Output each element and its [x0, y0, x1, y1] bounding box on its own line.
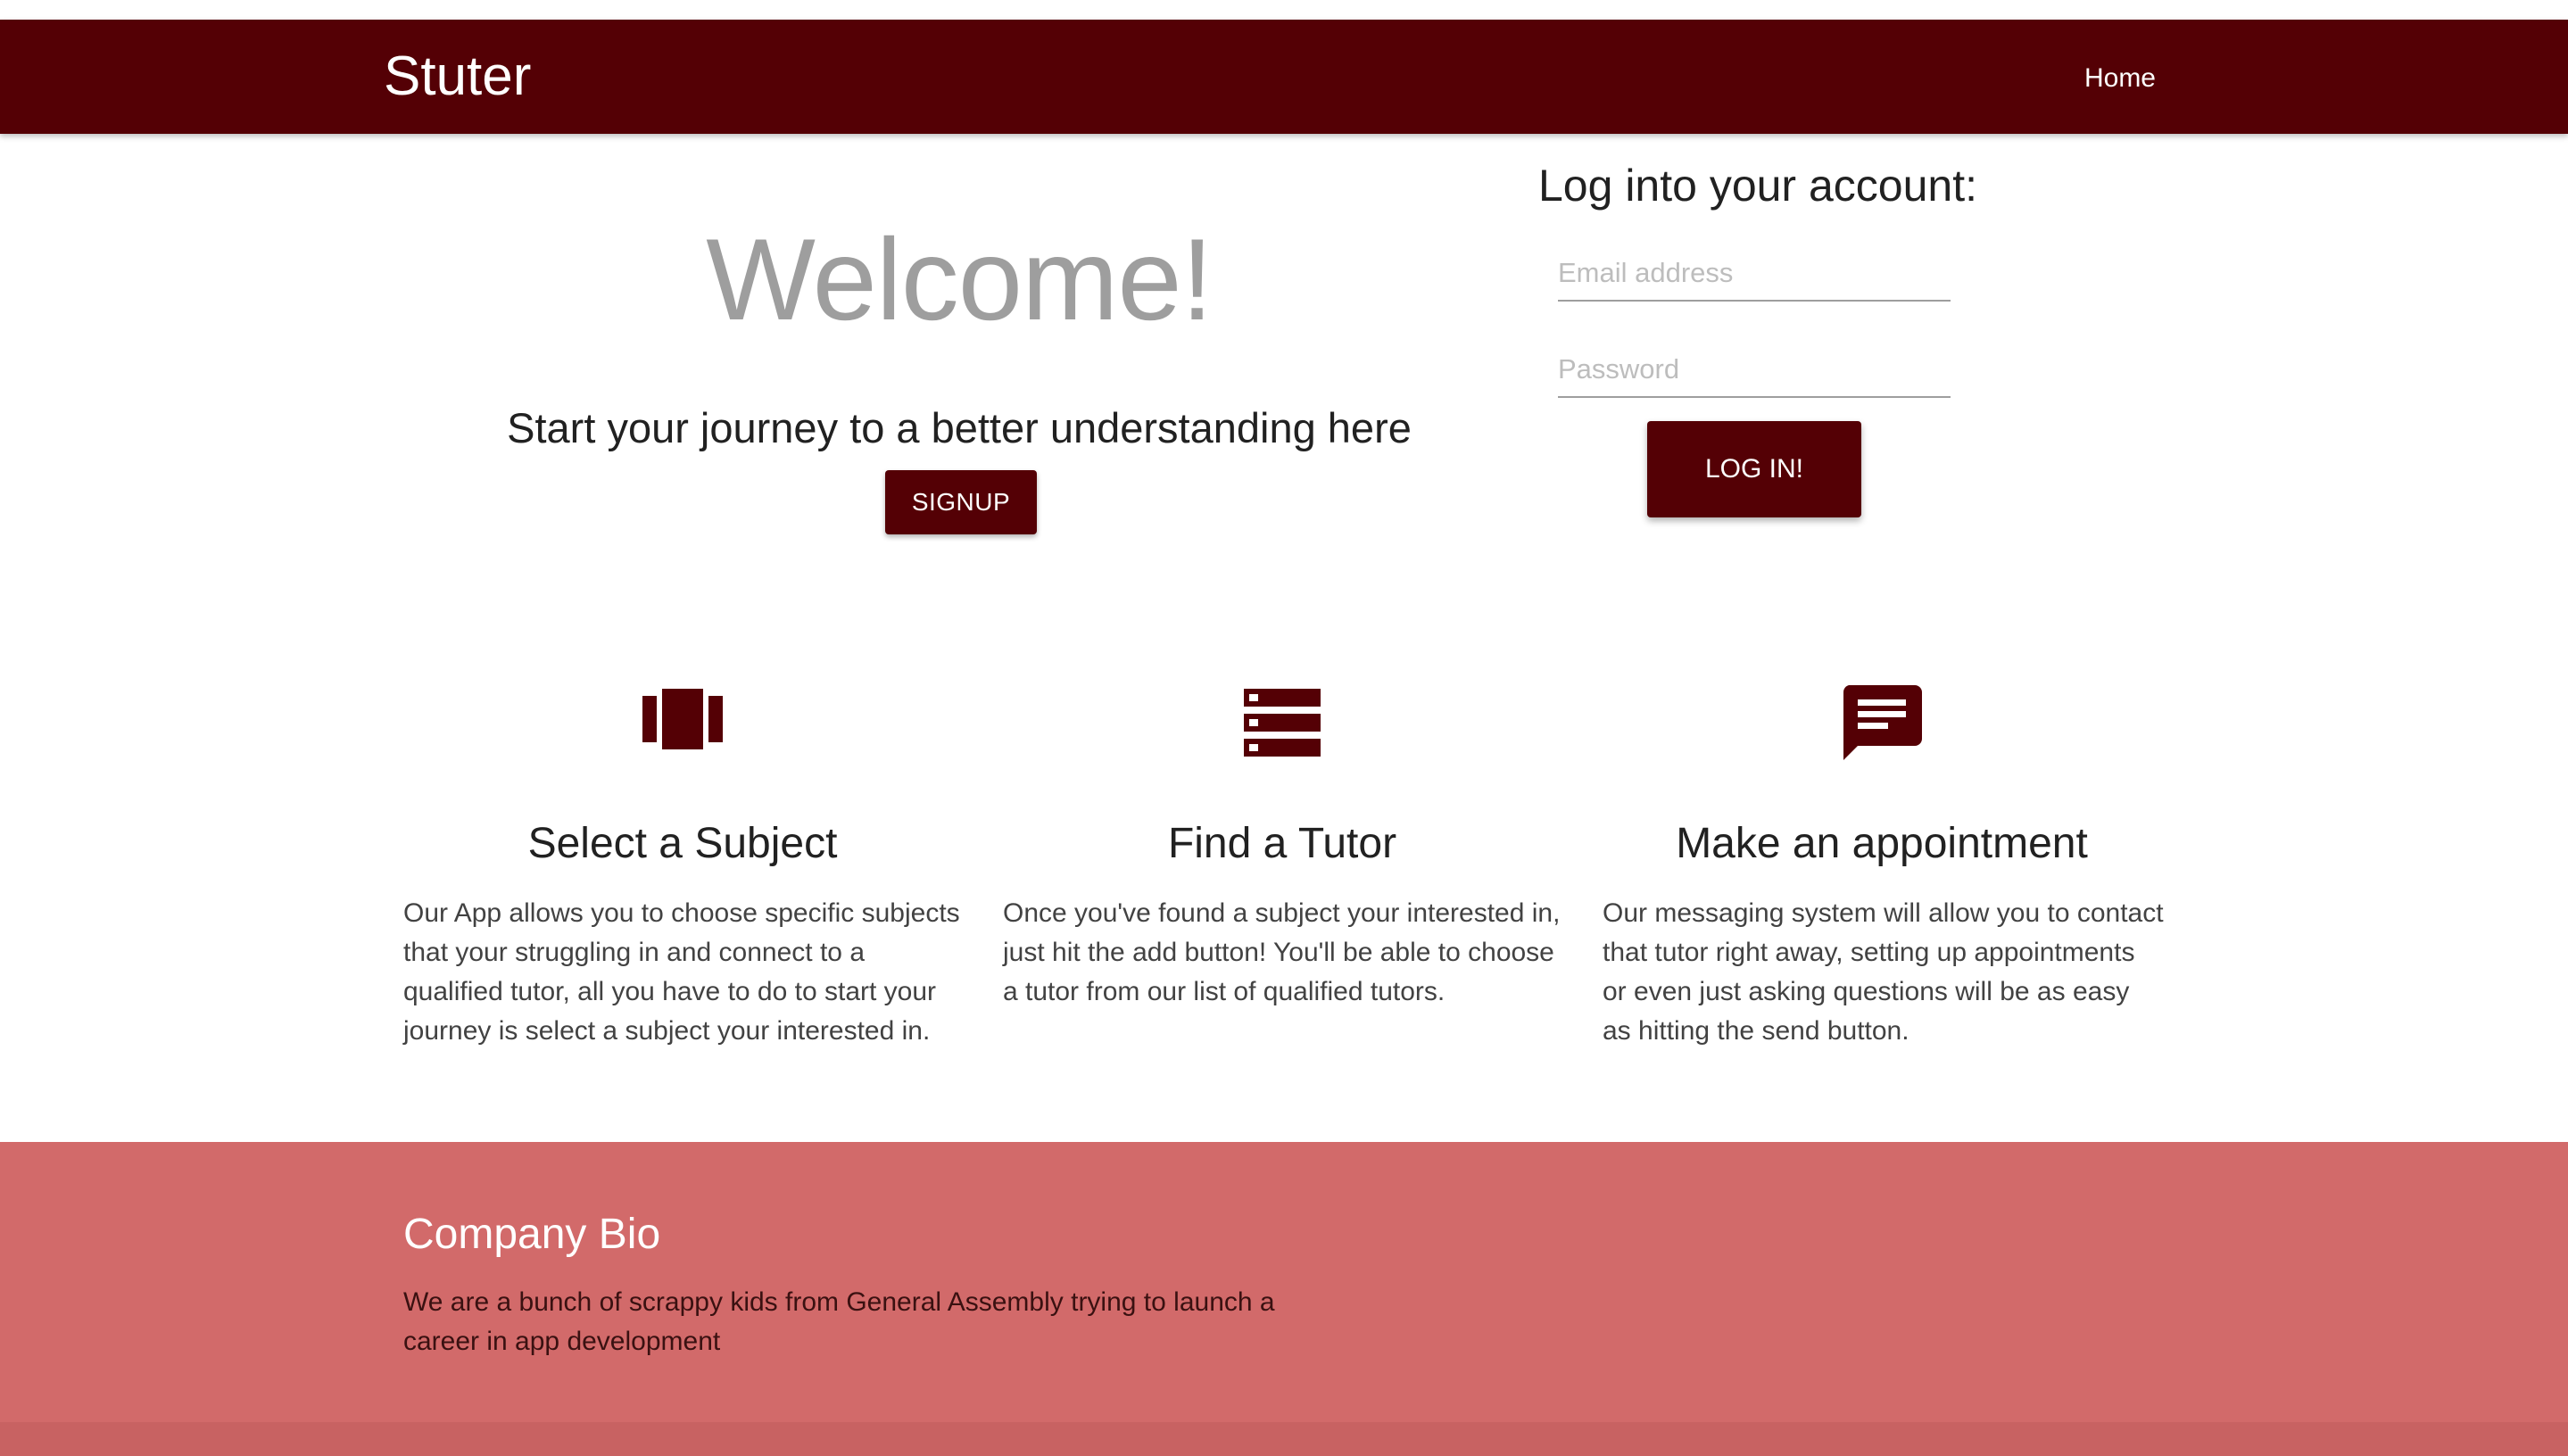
login-title: Log into your account: [1538, 161, 1977, 211]
feature-title: Select a Subject [527, 820, 838, 867]
brand-logo[interactable]: Stuter [384, 45, 531, 109]
list-icon [1244, 689, 1321, 757]
feature-title: Make an appointment [1676, 820, 2088, 867]
footer: Company Bio We are a bunch of scrappy ki… [0, 1142, 2568, 1456]
feature-description: Once you've found a subject your interes… [1003, 898, 1561, 1006]
feature-find-tutor: Find a Tutor Once you've found a subject… [983, 660, 1581, 1071]
features-section: Select a Subject Our App allows you to c… [384, 660, 2186, 1071]
footer-bio-text: We are a bunch of scrappy kids from Gene… [403, 1287, 1275, 1356]
feature-description: Our messaging system will allow you to c… [1603, 898, 2164, 1046]
email-field[interactable] [1558, 246, 1951, 302]
hero-section: Welcome! Start your journey to a better … [384, 134, 1535, 580]
feature-title: Find a Tutor [1167, 820, 1397, 867]
hero-subtitle: Start your journey to a better understan… [507, 404, 1412, 451]
signup-button[interactable]: SIGNUP [885, 470, 1037, 534]
feature-select-subject: Select a Subject Our App allows you to c… [384, 660, 982, 1071]
password-field[interactable] [1558, 343, 1951, 398]
navbar: Stuter Home [0, 20, 2568, 134]
footer-title: Company Bio [403, 1211, 661, 1258]
footer-bottom-band [0, 1422, 2568, 1456]
message-icon [1843, 685, 1922, 760]
login-button[interactable]: LOG IN! [1647, 421, 1861, 517]
feature-make-appointment: Make an appointment Our messaging system… [1583, 660, 2181, 1071]
view-carousel-icon [642, 689, 723, 749]
nav-home-link[interactable]: Home [2084, 61, 2156, 96]
feature-description: Our App allows you to choose specific su… [403, 898, 960, 1046]
welcome-heading: Welcome! [706, 214, 1214, 344]
login-form: Log into your account: LOG IN! [1535, 152, 1981, 544]
top-strip [0, 0, 2568, 20]
